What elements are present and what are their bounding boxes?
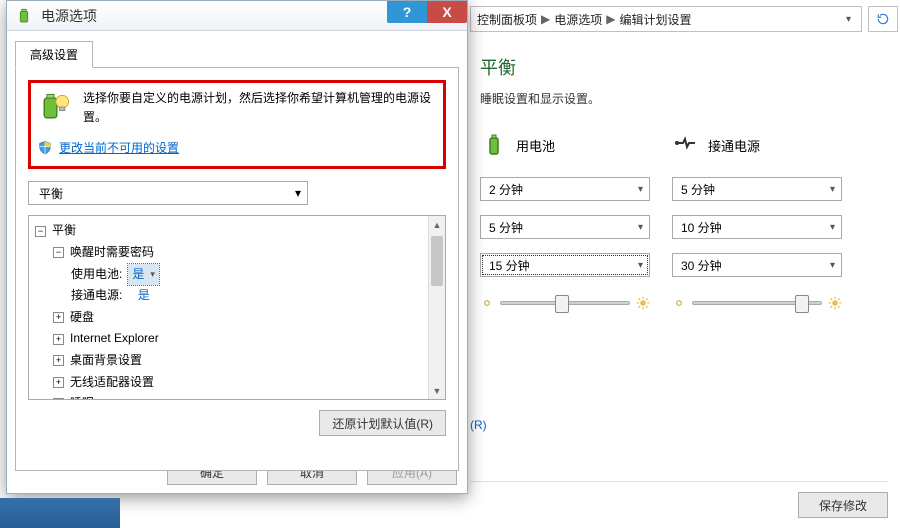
expand-icon[interactable]: + — [53, 312, 64, 323]
chevron-down-icon: ▾ — [150, 266, 155, 282]
chevron-down-icon: ▾ — [830, 260, 835, 271]
tree-leaf-plugged-in[interactable]: 接通电源: 是 — [71, 285, 445, 307]
battery-bulb-icon — [37, 89, 73, 125]
highlight-box: 选择你要自定义的电源计划，然后选择你希望计算机管理的电源设置。 更改当前不可用的… — [28, 80, 446, 169]
tree-node-password-on-wake[interactable]: −唤醒时需要密码 — [53, 242, 445, 264]
brightness-slider-plugged[interactable] — [672, 291, 842, 315]
sun-dim-icon — [672, 296, 686, 310]
select-dim-plugged[interactable]: 5 分钟▾ — [672, 177, 842, 201]
power-plan-value: 平衡 — [39, 185, 63, 202]
address-bar: 控制面板项 ▶ 电源选项 ▶ 编辑计划设置 ▾ — [470, 4, 898, 34]
close-button[interactable]: X — [427, 1, 467, 23]
chevron-down-icon: ▾ — [638, 222, 643, 233]
chevron-down-icon: ▾ — [638, 184, 643, 195]
divider — [470, 481, 888, 482]
scrollbar[interactable]: ▲ ▼ — [428, 216, 445, 399]
brightness-slider-battery[interactable] — [480, 291, 650, 315]
expand-icon[interactable]: + — [53, 355, 64, 366]
shield-icon — [37, 140, 53, 156]
chevron-down-icon: ▾ — [638, 260, 643, 271]
dialog-title: 电源选项 — [41, 6, 97, 26]
change-unavailable-settings-link[interactable]: 更改当前不可用的设置 — [59, 139, 179, 156]
sun-bright-icon — [636, 296, 650, 310]
edit-plan-body: 平衡 睡眠设置和显示设置。 用电池 接通电源 2 分钟▾ 5 分钟▾ 5 分钟▾ — [470, 38, 898, 528]
col-plugged-label: 接通电源 — [708, 136, 760, 155]
sun-dim-icon — [480, 296, 494, 310]
row-dim-display: 2 分钟▾ 5 分钟▾ — [480, 177, 880, 201]
restore-defaults-link[interactable]: (R) — [470, 418, 487, 432]
chevron-down-icon: ▾ — [295, 186, 301, 200]
breadcrumb-item[interactable]: 编辑计划设置 — [620, 11, 692, 28]
select-sleep-battery[interactable]: 15 分钟▾ — [480, 253, 650, 277]
sun-bright-icon — [828, 296, 842, 310]
titlebar[interactable]: 电源选项 ? X — [7, 1, 467, 31]
save-changes-button[interactable]: 保存修改 — [798, 492, 888, 518]
tree-node-wireless[interactable]: +无线适配器设置 — [53, 372, 445, 394]
slider-track[interactable] — [692, 301, 822, 305]
power-plan-combobox[interactable]: 平衡 ▾ — [28, 181, 308, 205]
slider-track[interactable] — [500, 301, 630, 305]
expand-icon[interactable]: + — [53, 398, 64, 400]
expand-icon[interactable]: + — [53, 334, 64, 345]
scroll-thumb[interactable] — [431, 236, 443, 286]
collapse-icon[interactable]: − — [53, 247, 64, 258]
column-headers: 用电池 接通电源 — [480, 127, 880, 163]
select-sleep-plugged[interactable]: 30 分钟▾ — [672, 253, 842, 277]
tab-panel: 选择你要自定义的电源计划，然后选择你希望计算机管理的电源设置。 更改当前不可用的… — [15, 67, 459, 471]
settings-tree[interactable]: −平衡 −唤醒时需要密码 使用电池: 是▾ 接通电源: 是 + — [28, 215, 446, 400]
chevron-down-icon: ▾ — [830, 222, 835, 233]
tree-leaf-on-battery[interactable]: 使用电池: 是▾ — [71, 264, 445, 286]
tree-node-balanced[interactable]: −平衡 — [35, 220, 445, 242]
row-off-display: 5 分钟▾ 10 分钟▾ — [480, 215, 880, 239]
dialog-description: 选择你要自定义的电源计划，然后选择你希望计算机管理的电源设置。 — [83, 89, 437, 127]
breadcrumb-item[interactable]: 控制面板项 — [477, 11, 537, 28]
value-link[interactable]: 是 — [138, 285, 150, 307]
scroll-up-icon[interactable]: ▲ — [429, 216, 445, 233]
scroll-down-icon[interactable]: ▼ — [429, 382, 445, 399]
refresh-button[interactable] — [868, 6, 898, 32]
row-brightness — [480, 291, 880, 315]
value-dropdown[interactable]: 是▾ — [128, 264, 159, 286]
select-off-battery[interactable]: 5 分钟▾ — [480, 215, 650, 239]
tree-node-sleep[interactable]: +睡眠 — [53, 393, 445, 400]
plan-title: 平衡 — [480, 54, 898, 80]
chevron-down-icon: ▾ — [830, 184, 835, 195]
help-button[interactable]: ? — [387, 1, 427, 23]
restore-defaults-button[interactable]: 还原计划默认值(R) — [319, 410, 446, 436]
refresh-icon — [876, 12, 890, 26]
chevron-right-icon: ▶ — [541, 12, 550, 26]
col-battery-label: 用电池 — [516, 136, 555, 155]
breadcrumb-item[interactable]: 电源选项 — [554, 11, 602, 28]
chevron-right-icon: ▶ — [606, 12, 615, 26]
select-dim-battery[interactable]: 2 分钟▾ — [480, 177, 650, 201]
breadcrumb[interactable]: 控制面板项 ▶ 电源选项 ▶ 编辑计划设置 ▾ — [470, 6, 862, 32]
plan-subtitle: 睡眠设置和显示设置。 — [480, 90, 898, 107]
tree-node-hard-disk[interactable]: +硬盘 — [53, 307, 445, 329]
collapse-icon[interactable]: − — [35, 226, 46, 237]
battery-icon — [480, 131, 508, 159]
slider-thumb[interactable] — [795, 295, 809, 313]
taskbar-fragment — [0, 498, 120, 528]
row-sleep: 15 分钟▾ 30 分钟▾ — [480, 253, 880, 277]
power-options-dialog: 电源选项 ? X 高级设置 选择你要自定义的电源计划， — [6, 0, 468, 494]
tab-advanced-settings[interactable]: 高级设置 — [15, 41, 93, 68]
plug-icon — [672, 131, 700, 159]
slider-thumb[interactable] — [555, 295, 569, 313]
tree-node-ie[interactable]: +Internet Explorer — [53, 328, 445, 350]
tree-node-desktop-bg[interactable]: +桌面背景设置 — [53, 350, 445, 372]
expand-icon[interactable]: + — [53, 377, 64, 388]
chevron-down-icon[interactable]: ▾ — [842, 14, 855, 25]
select-off-plugged[interactable]: 10 分钟▾ — [672, 215, 842, 239]
power-options-icon — [15, 7, 33, 25]
